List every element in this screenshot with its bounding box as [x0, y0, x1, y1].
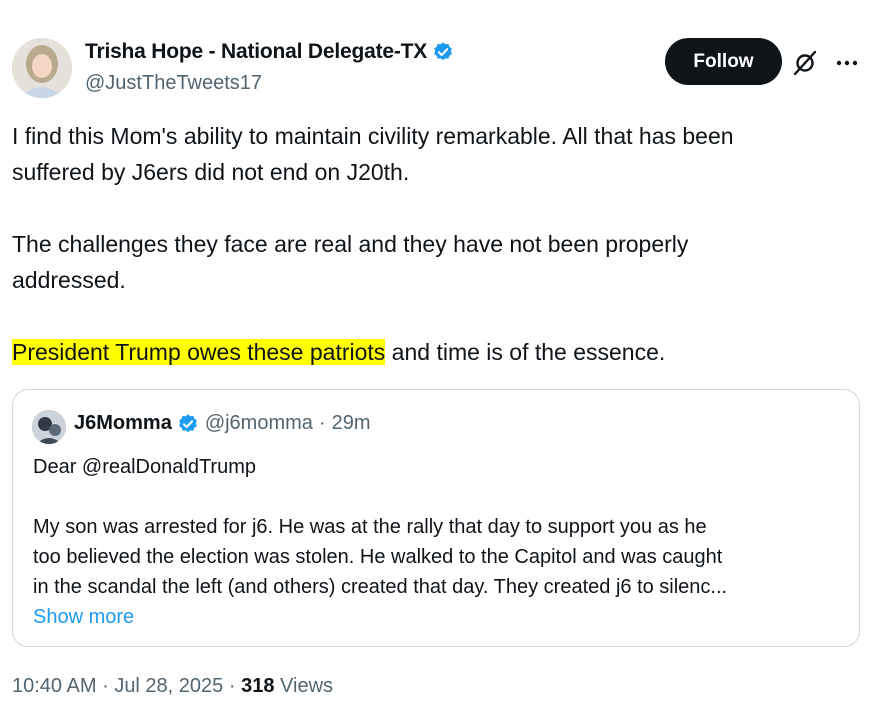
tweet-line: suffered by J6ers did not end on J20th.	[12, 159, 410, 185]
verified-badge-icon	[434, 42, 453, 61]
quoted-author-avatar[interactable]	[32, 410, 66, 444]
tweet-line: President Trump owes these patriots and …	[12, 334, 867, 370]
quoted-header: J6Momma @j6momma · 29m	[74, 412, 371, 435]
views-count[interactable]: 318	[241, 675, 274, 697]
separator-dot: ·	[228, 675, 236, 697]
quoted-line: in the scandal the left (and others) cre…	[33, 576, 728, 598]
verified-badge-icon	[178, 413, 197, 432]
more-icon[interactable]	[834, 50, 860, 76]
tweet-line: I find this Mom's ability to maintain ci…	[12, 123, 734, 149]
quoted-line: Dear @realDonaldTrump	[33, 456, 256, 478]
quoted-text: Dear @realDonaldTrump My son was arreste…	[33, 452, 845, 632]
author-handle[interactable]: @JustTheTweets17	[85, 72, 262, 95]
tweet-time[interactable]: 10:40 AM	[12, 675, 97, 697]
tweet-meta: 10:40 AM · Jul 28, 2025 · 318 Views	[12, 675, 333, 698]
tweet-date[interactable]: Jul 28, 2025	[114, 675, 223, 697]
quoted-author-name[interactable]: J6Momma	[74, 412, 172, 435]
author-name[interactable]: Trisha Hope - National Delegate-TX	[85, 40, 427, 64]
author-name-row: Trisha Hope - National Delegate-TX	[85, 40, 454, 64]
quoted-tweet[interactable]: J6Momma @j6momma · 29m Dear @realDonaldT…	[12, 389, 860, 647]
separator-dot: ·	[102, 675, 109, 697]
tweet-header: Trisha Hope - National Delegate-TX @Just…	[12, 38, 867, 100]
tweet-line-rest: and time is of the essence.	[385, 339, 666, 365]
tweet-text: I find this Mom's ability to maintain ci…	[12, 118, 867, 370]
tweet-line: addressed.	[12, 267, 126, 293]
grok-icon[interactable]	[792, 50, 818, 76]
show-more-link[interactable]: Show more	[33, 606, 134, 628]
quoted-line: My son was arrested for j6. He was at th…	[33, 516, 707, 538]
quoted-timestamp[interactable]: 29m	[332, 412, 371, 435]
quoted-author-handle[interactable]: @j6momma	[205, 412, 313, 435]
quoted-line: too believed the election was stolen. He…	[33, 546, 723, 568]
highlighted-text: President Trump owes these patriots	[12, 339, 386, 365]
follow-button[interactable]: Follow	[665, 38, 782, 85]
author-avatar[interactable]	[12, 38, 72, 98]
tweet-line: The challenges they face are real and th…	[12, 231, 689, 257]
separator-dot: ·	[318, 412, 326, 434]
views-label: Views	[280, 675, 334, 697]
